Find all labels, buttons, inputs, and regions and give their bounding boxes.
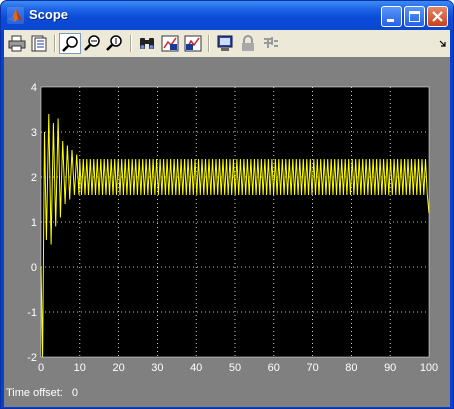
toolbar-overflow-icon[interactable] xyxy=(438,39,448,49)
zoom-button[interactable] xyxy=(59,33,81,54)
zoom-x-button[interactable] xyxy=(82,33,104,54)
close-button[interactable] xyxy=(427,6,448,27)
time-offset-status: Time offset: 0 xyxy=(6,387,84,399)
autoscale-icon xyxy=(140,38,154,49)
x-tick-label: 0 xyxy=(38,362,44,374)
zoom-icon xyxy=(62,36,78,52)
scope-window: Scope -2 -1 0 1 2 3 4 0 10 20 30 40 50 6… xyxy=(0,0,454,409)
toolbar-separator xyxy=(208,35,210,52)
x-tick-label: 40 xyxy=(190,362,202,374)
x-tick-label: 90 xyxy=(384,362,396,374)
x-tick-label: 50 xyxy=(229,362,241,374)
matlab-icon xyxy=(7,7,24,24)
y-tick-label: 2 xyxy=(31,172,37,184)
y-tick-label: 4 xyxy=(31,82,37,94)
save-axes-button[interactable] xyxy=(159,33,181,54)
floating-scope-icon xyxy=(217,35,233,51)
lock-axes-icon xyxy=(242,35,254,51)
y-tick-label: 1 xyxy=(31,217,37,229)
restore-axes-button[interactable] xyxy=(182,33,204,54)
lock-axes-button[interactable] xyxy=(237,33,259,54)
signal-selector-button[interactable] xyxy=(260,33,282,54)
scope-canvas: -2 -1 0 1 2 3 4 0 10 20 30 40 50 60 70 80 90 100 Time of… xyxy=(4,57,450,407)
parameters-button[interactable] xyxy=(28,33,50,54)
y-tick-label: -1 xyxy=(27,307,37,319)
maximize-icon xyxy=(409,11,420,22)
y-tick-label: -2 xyxy=(27,352,37,364)
x-tick-label: 100 xyxy=(420,362,438,374)
x-tick-label: 70 xyxy=(306,362,318,374)
signal-selector-icon xyxy=(264,37,278,48)
x-tick-label: 20 xyxy=(112,362,124,374)
parameters-icon xyxy=(31,35,47,52)
x-tick-label: 30 xyxy=(151,362,163,374)
y-tick-label: 3 xyxy=(31,127,37,139)
restore-axes-icon xyxy=(184,35,202,52)
title-bar[interactable]: Scope xyxy=(1,1,453,30)
toolbar-separator xyxy=(130,35,132,52)
zoom-y-icon xyxy=(106,35,122,51)
time-offset-value: 0 xyxy=(71,387,79,399)
floating-scope-button[interactable] xyxy=(214,33,236,54)
minimize-icon xyxy=(387,19,394,22)
x-tick-label: 60 xyxy=(268,362,280,374)
y-tick-labels: -2 -1 0 1 2 3 4 xyxy=(27,82,37,364)
minimize-button[interactable] xyxy=(381,6,402,27)
toolbar xyxy=(4,30,450,58)
scope-plot[interactable]: -2 -1 0 1 2 3 4 0 10 20 30 40 50 60 70 80 90 100 xyxy=(4,57,450,387)
time-offset-label: Time offset: xyxy=(6,387,63,399)
autoscale-button[interactable] xyxy=(136,33,158,54)
maximize-button[interactable] xyxy=(404,6,425,27)
window-title: Scope xyxy=(29,7,69,22)
close-icon xyxy=(432,11,443,22)
toolbar-separator xyxy=(54,35,56,52)
x-tick-label: 10 xyxy=(74,362,86,374)
save-axes-icon xyxy=(161,35,179,52)
x-tick-labels: 0 10 20 30 40 50 60 70 80 90 100 xyxy=(38,362,438,374)
zoom-x-icon xyxy=(84,35,100,51)
zoom-y-button[interactable] xyxy=(104,33,126,54)
print-icon xyxy=(8,35,26,52)
x-tick-label: 80 xyxy=(345,362,357,374)
print-button[interactable] xyxy=(6,33,28,54)
y-tick-label: 0 xyxy=(31,262,37,274)
